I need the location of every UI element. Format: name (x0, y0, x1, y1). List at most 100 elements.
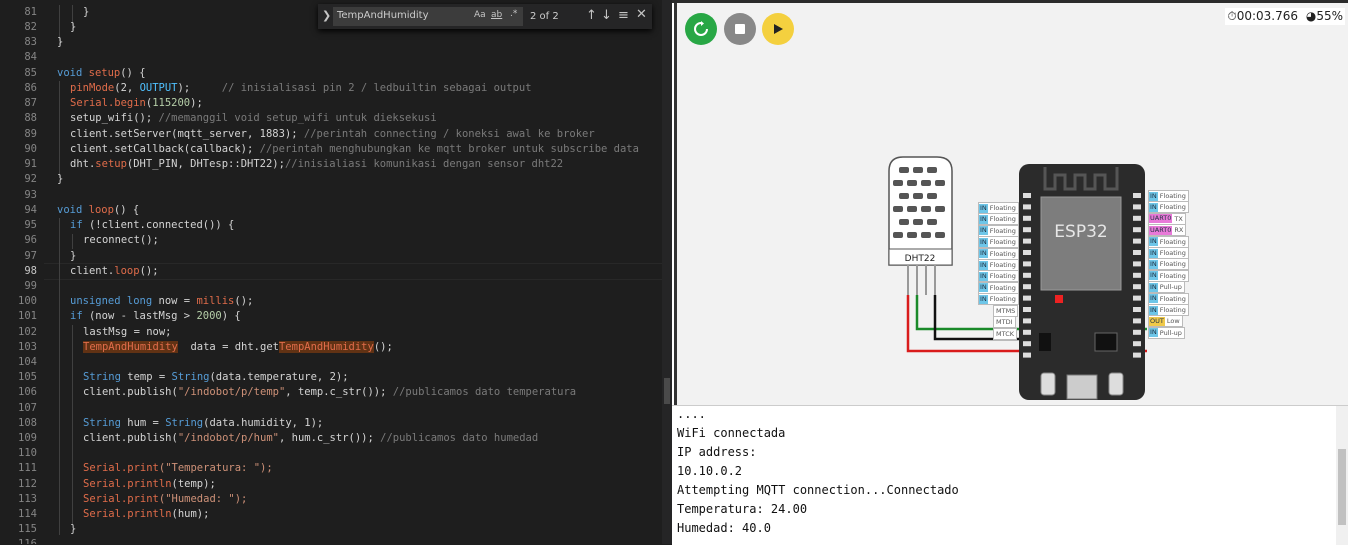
serial-line: Attempting MQTT connection...Connectado (677, 483, 959, 497)
line-number: 83 (24, 36, 37, 48)
indent-guide (59, 218, 60, 535)
line-number: 115 (18, 523, 37, 535)
line-number: 91 (24, 158, 37, 170)
pin-label: UART0 TX (1148, 212, 1186, 225)
pin-label: IN Floating (1148, 304, 1189, 316)
serial-monitor[interactable]: .... WiFi connectada IP address: 10.10.0.2… (672, 405, 1348, 545)
line-number: 108 (18, 417, 37, 429)
pin-label: IN Floating (978, 202, 1019, 214)
code-line-89: client.setServer(mqtt_server, 1883); //p… (70, 128, 595, 140)
line-number: 102 (18, 326, 37, 338)
code-line-87: Serial.begin(115200); (70, 97, 203, 109)
match-count: 2 of 2 (530, 11, 559, 22)
line-number: 99 (24, 280, 37, 292)
code-line-97: } (70, 250, 77, 262)
code-line-113: Serial.print("Humedad: "); (83, 493, 248, 505)
serial-line: 10.10.0.2 (677, 464, 743, 478)
pin-label: IN Pull-up (1148, 281, 1185, 294)
code-line-106: client.publish("/indobot/p/temp", temp.c… (83, 386, 577, 398)
esp32-board[interactable]: ESP32 (1019, 164, 1145, 400)
line-number: 111 (18, 462, 37, 474)
simulation-canvas[interactable]: ⏱00:03.766 ◕55% DHT22 ESP32 IN Floating … (674, 3, 1348, 405)
code-line-85: void setup() { (57, 67, 146, 79)
pin-label: IN Floating (1148, 269, 1189, 282)
pin-label: MTMS (993, 305, 1019, 317)
line-number: 90 (24, 143, 37, 155)
code-editor[interactable]: 81 82 83 84 85 86 87 88 89 90 91 92 93 94 95 96 97 98 99 10… (0, 0, 672, 544)
pin-label: IN Floating (1148, 247, 1189, 259)
code-line-96: reconnect(); (83, 234, 159, 246)
code-line-103: TempAndHumidity data = dht.getTempAndHum… (83, 341, 393, 353)
code-line-98: client.loop(); (70, 265, 159, 277)
line-number: 88 (24, 112, 37, 124)
pin-label: MTDI (993, 316, 1016, 329)
indent-guide (59, 81, 60, 178)
line-number: 101 (18, 310, 37, 322)
indent-guide (72, 325, 73, 525)
pin-label: IN Floating (1148, 201, 1189, 214)
scrollbar-thumb[interactable] (1338, 449, 1346, 525)
match-case-icon[interactable]: Aa (474, 10, 486, 20)
code-line-114: Serial.println(hum); (83, 508, 210, 520)
line-number: 105 (18, 371, 37, 383)
find-input[interactable]: TempAndHumidity Aa ab .* (333, 7, 523, 26)
previous-match-icon[interactable]: ↑ (586, 8, 597, 23)
pin-label: IN Floating (1148, 235, 1189, 248)
search-match: TempAndHumidity (278, 341, 374, 353)
indent-guide (72, 234, 73, 249)
line-number: 104 (18, 356, 37, 368)
code-line-81: } (83, 6, 90, 18)
find-in-selection-icon[interactable]: ≡ (618, 8, 629, 23)
serial-line: .... (677, 407, 706, 421)
line-number: 93 (24, 189, 37, 201)
pin-label: IN Floating (1148, 292, 1189, 305)
code-line-109: client.publish("/indobot/p/hum", hum.c_s… (83, 432, 539, 444)
serial-line: IP address: (677, 445, 764, 459)
line-number: 98 (24, 265, 37, 277)
code-line-102: lastMsg = now; (83, 326, 172, 338)
regex-icon[interactable]: .* (510, 9, 517, 19)
code-line-111: Serial.print("Temperatura: "); (83, 462, 273, 474)
line-number: 94 (24, 204, 37, 216)
pin-label: IN Floating (1148, 258, 1189, 271)
code-line-94: void loop() { (57, 204, 140, 216)
dht22-sensor[interactable]: DHT22 (888, 156, 953, 295)
code-line-82: } (70, 21, 77, 33)
editor-scrollbar[interactable] (662, 0, 672, 544)
line-number: 114 (18, 508, 37, 520)
serial-line: Temperatura: 24.00 (677, 502, 808, 516)
scrollbar-thumb[interactable] (664, 378, 670, 404)
line-number: 109 (18, 432, 37, 444)
toggle-replace-icon[interactable]: ❯ (322, 9, 331, 22)
pin-label: IN Floating (1148, 190, 1189, 202)
esp32-label: ESP32 (1054, 222, 1107, 242)
pin-label: IN Floating (978, 247, 1019, 260)
code-line-112: Serial.println(temp); (83, 478, 216, 490)
line-number: 82 (24, 21, 37, 33)
line-number: 113 (18, 493, 37, 505)
line-number: 116 (18, 538, 37, 544)
pin-label: IN Floating (978, 236, 1019, 249)
pin-label: IN Floating (978, 259, 1019, 271)
simulator-pane: ⏱00:03.766 ◕55% DHT22 ESP32 IN Floating … (672, 0, 1348, 545)
match-word-icon[interactable]: ab (491, 10, 502, 20)
code-line-86: pinMode(2, OUTPUT); // inisialisasi pin … (70, 82, 532, 94)
next-match-icon[interactable]: ↓ (601, 8, 612, 23)
pin-label: OUT Low (1148, 315, 1183, 328)
line-number: 97 (24, 250, 37, 262)
pin-label: MTCK (993, 327, 1017, 340)
code-line-90: client.setCallback(callback); //perintah… (70, 143, 639, 155)
serial-scrollbar[interactable] (1336, 406, 1348, 545)
pin-label: IN Floating (978, 224, 1019, 237)
serial-line: Humedad: 40.0 (677, 521, 771, 535)
pin-label: IN Pull-up (1148, 326, 1185, 339)
pin-label: IN Floating (978, 281, 1019, 294)
line-number: 84 (24, 51, 37, 63)
code-line-105: String temp = String(data.temperature, 2… (83, 371, 349, 383)
code-line-91: dht.setup(DHT_PIN, DHTesp::DHT22);//inis… (70, 158, 564, 170)
close-find-icon[interactable]: ✕ (636, 7, 647, 22)
line-number: 81 (24, 6, 37, 18)
pin-label: UART0 RX (1148, 224, 1187, 237)
line-number: 100 (18, 295, 37, 307)
line-number: 86 (24, 82, 37, 94)
